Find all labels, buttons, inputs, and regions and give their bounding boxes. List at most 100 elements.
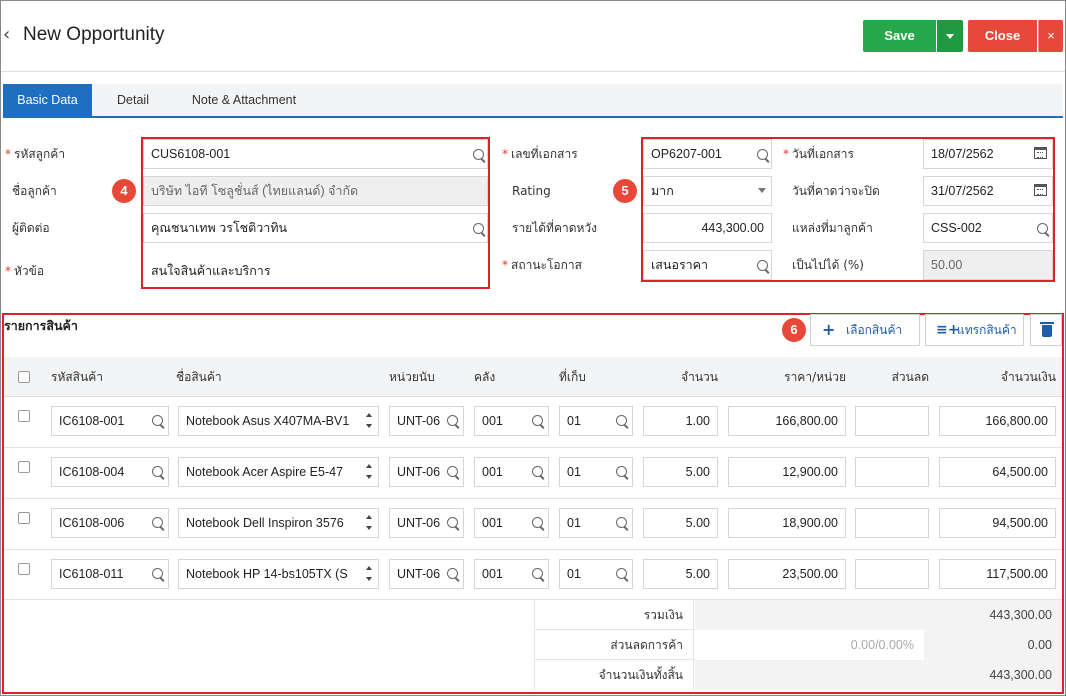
row-checkbox[interactable]	[18, 461, 30, 473]
product-name-input[interactable]: Notebook Acer Aspire E5-47	[178, 457, 379, 487]
total-value: 443,300.00	[695, 600, 1062, 630]
summary-discount-row: ส่วนลดการค้า 0.00/0.00% 0.00	[534, 630, 1062, 660]
discount-input[interactable]	[855, 508, 929, 538]
summary-panel: รวมเงิน 443,300.00 ส่วนลดการค้า 0.00/0.0…	[534, 600, 1062, 691]
amount-input[interactable]: 166,800.00	[939, 406, 1056, 436]
search-icon[interactable]	[152, 517, 163, 528]
discount-input[interactable]	[855, 559, 929, 589]
rating-select[interactable]: มาก	[643, 176, 772, 206]
spin-down-icon[interactable]	[366, 424, 372, 428]
row-divider	[4, 498, 1062, 499]
insert-product-button[interactable]: ≡+ แทรกสินค้า	[925, 314, 1024, 346]
tab-bar: Basic Data Detail Note & Attachment	[3, 84, 1063, 118]
back-chevron-icon[interactable]: ‹	[3, 25, 17, 45]
discount-input[interactable]	[855, 457, 929, 487]
grand-total-label: จำนวนเงินทั้งสิ้น	[534, 660, 694, 690]
search-icon[interactable]	[447, 568, 458, 579]
col-qty-header: จำนวน	[681, 370, 718, 384]
spin-up-icon[interactable]	[366, 566, 372, 570]
step-badge-6: 6	[782, 318, 806, 342]
row-checkbox[interactable]	[18, 410, 30, 422]
tab-note-attachment[interactable]: Note & Attachment	[179, 84, 309, 116]
step-badge-5: 5	[613, 179, 637, 203]
trade-discount-input[interactable]: 0.00/0.00%	[695, 630, 924, 660]
calendar-icon[interactable]	[1034, 184, 1047, 196]
search-icon[interactable]	[532, 415, 543, 426]
expected-revenue-input[interactable]: 443,300.00	[643, 213, 772, 243]
search-icon[interactable]	[532, 517, 543, 528]
delete-button[interactable]	[1030, 314, 1062, 346]
source-label: แหล่งที่มาลูกค้า	[792, 221, 873, 235]
discount-input[interactable]	[855, 406, 929, 436]
probability-field: 50.00	[923, 250, 1053, 280]
spin-down-icon[interactable]	[366, 475, 372, 479]
qty-input[interactable]: 1.00	[643, 406, 718, 436]
subject-input[interactable]: สนใจสินค้าและบริการ	[143, 256, 488, 286]
price-input[interactable]: 166,800.00	[728, 406, 846, 436]
search-icon[interactable]	[757, 260, 768, 271]
spin-up-icon[interactable]	[366, 413, 372, 417]
spin-up-icon[interactable]	[366, 464, 372, 468]
spin-down-icon[interactable]	[366, 577, 372, 581]
search-icon[interactable]	[616, 517, 627, 528]
insert-list-icon: ≡+	[936, 322, 960, 338]
contact-input[interactable]: คุณชนาเทพ วรโชติวาทิน	[143, 213, 488, 243]
calendar-icon[interactable]	[1034, 147, 1047, 159]
col-price-header: ราคา/หน่วย	[784, 370, 846, 384]
doc-date-label: * วันที่เอกสาร	[783, 147, 854, 161]
customer-name-field: บริษัท ไอที โซลูชั่นส์ (ไทยแลนด์) จำกัด	[143, 176, 488, 206]
tab-basic-data[interactable]: Basic Data	[3, 84, 92, 118]
search-icon[interactable]	[532, 466, 543, 477]
tab-detail[interactable]: Detail	[102, 84, 164, 116]
amount-input[interactable]: 94,500.00	[939, 508, 1056, 538]
search-icon[interactable]	[447, 466, 458, 477]
select-all-checkbox[interactable]	[18, 371, 30, 383]
search-icon[interactable]	[447, 415, 458, 426]
search-icon[interactable]	[757, 149, 768, 160]
search-icon[interactable]	[616, 466, 627, 477]
price-input[interactable]: 23,500.00	[728, 559, 846, 589]
price-input[interactable]: 12,900.00	[728, 457, 846, 487]
spin-down-icon[interactable]	[366, 526, 372, 530]
source-input[interactable]: CSS-002	[923, 213, 1053, 243]
save-button[interactable]: Save	[863, 20, 936, 52]
search-icon[interactable]	[616, 568, 627, 579]
product-name-input[interactable]: Notebook HP 14-bs105TX (S	[178, 559, 379, 589]
search-icon[interactable]	[532, 568, 543, 579]
row-checkbox[interactable]	[18, 512, 30, 524]
status-input[interactable]: เสนอราคา	[643, 250, 772, 280]
spin-up-icon[interactable]	[366, 515, 372, 519]
col-code-header: รหัสสินค้า	[51, 370, 103, 384]
qty-input[interactable]: 5.00	[643, 559, 718, 589]
summary-total-row: รวมเงิน 443,300.00	[534, 600, 1062, 630]
search-icon[interactable]	[152, 466, 163, 477]
amount-input[interactable]: 64,500.00	[939, 457, 1056, 487]
product-name-input[interactable]: Notebook Dell Inspiron 3576	[178, 508, 379, 538]
amount-input[interactable]: 117,500.00	[939, 559, 1056, 589]
search-icon[interactable]	[473, 223, 484, 234]
search-icon[interactable]	[447, 517, 458, 528]
caret-down-icon	[946, 34, 954, 39]
search-icon[interactable]	[1037, 223, 1048, 234]
search-icon[interactable]	[473, 149, 484, 160]
customer-code-label: * รหัสลูกค้า	[5, 147, 66, 161]
caret-down-icon[interactable]	[758, 188, 766, 193]
doc-no-input[interactable]: OP6207-001	[643, 139, 772, 169]
col-discount-header: ส่วนลด	[891, 370, 929, 384]
row-divider	[4, 549, 1062, 550]
close-button[interactable]: Close	[968, 20, 1037, 52]
product-name-input[interactable]: Notebook Asus X407MA-BV1	[178, 406, 379, 436]
trade-discount-value: 0.00	[924, 630, 1062, 660]
price-input[interactable]: 18,900.00	[728, 508, 846, 538]
search-icon[interactable]	[152, 415, 163, 426]
qty-input[interactable]: 5.00	[643, 508, 718, 538]
row-checkbox[interactable]	[18, 563, 30, 575]
save-dropdown-button[interactable]	[937, 20, 963, 52]
search-icon[interactable]	[616, 415, 627, 426]
search-icon[interactable]	[152, 568, 163, 579]
customer-code-input[interactable]: CUS6108-001	[143, 139, 488, 169]
qty-input[interactable]: 5.00	[643, 457, 718, 487]
trash-lid-icon	[1040, 322, 1054, 324]
select-product-button[interactable]: + เลือกสินค้า	[810, 314, 920, 346]
close-x-icon[interactable]: ×	[1038, 20, 1063, 52]
